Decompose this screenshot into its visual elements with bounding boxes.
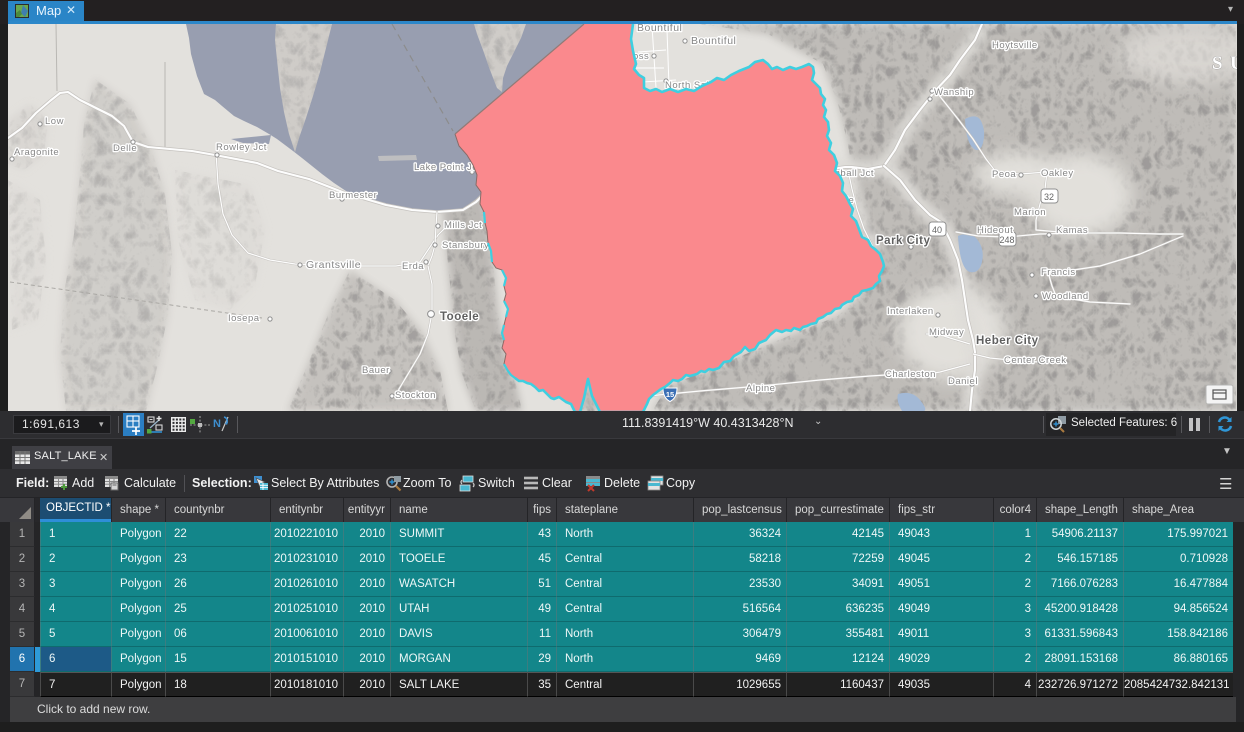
- svg-text:Stockton: Stockton: [395, 390, 436, 401]
- svg-text:Bountiful: Bountiful: [637, 24, 682, 34]
- svg-text:40: 40: [932, 225, 942, 235]
- svg-text:Delle: Delle: [113, 143, 137, 154]
- svg-text:N: N: [213, 418, 221, 430]
- svg-text:Mills Jct: Mills Jct: [444, 220, 482, 231]
- svg-text:248: 248: [999, 235, 1014, 245]
- svg-text:Peoa: Peoa: [992, 169, 1016, 180]
- svg-text:Alpine: Alpine: [746, 383, 775, 394]
- svg-text:Hideout: Hideout: [977, 225, 1013, 236]
- svg-text:Interlaken: Interlaken: [887, 306, 934, 317]
- svg-text:Low: Low: [45, 116, 64, 127]
- svg-text:Bountiful: Bountiful: [691, 35, 736, 47]
- svg-text:S: S: [1212, 53, 1223, 74]
- svg-text:Lake Point Jct: Lake Point Jct: [414, 162, 481, 173]
- svg-text:Daniel: Daniel: [948, 376, 978, 387]
- svg-text:Hoytsville: Hoytsville: [992, 40, 1038, 51]
- svg-text:Rowley Jct: Rowley Jct: [216, 142, 267, 153]
- svg-text:Tooele: Tooele: [440, 311, 479, 323]
- svg-text:Aragonite: Aragonite: [14, 147, 59, 158]
- svg-text:Kamas: Kamas: [1056, 225, 1088, 236]
- svg-text:Woodland: Woodland: [1042, 291, 1089, 302]
- svg-text:Oakley: Oakley: [1041, 168, 1074, 179]
- svg-text:Burmester: Burmester: [329, 190, 377, 201]
- svg-text:Midway: Midway: [929, 327, 964, 338]
- svg-text:Heber City: Heber City: [976, 335, 1039, 347]
- svg-text:15: 15: [666, 390, 674, 399]
- svg-text:Erda: Erda: [402, 261, 424, 272]
- svg-text:Grantsville: Grantsville: [306, 259, 361, 271]
- svg-text:Center Creek: Center Creek: [1004, 355, 1067, 366]
- svg-text:Park City: Park City: [876, 235, 930, 247]
- svg-text:Charleston: Charleston: [885, 369, 936, 380]
- svg-text:Iosepa: Iosepa: [228, 313, 260, 324]
- svg-text:Francis: Francis: [1041, 267, 1076, 278]
- svg-text:U: U: [1230, 53, 1237, 74]
- svg-text:Marion: Marion: [1014, 207, 1046, 218]
- svg-text:Wanship: Wanship: [934, 87, 974, 98]
- svg-text:32: 32: [1044, 192, 1054, 202]
- svg-text:Bauer: Bauer: [362, 365, 390, 376]
